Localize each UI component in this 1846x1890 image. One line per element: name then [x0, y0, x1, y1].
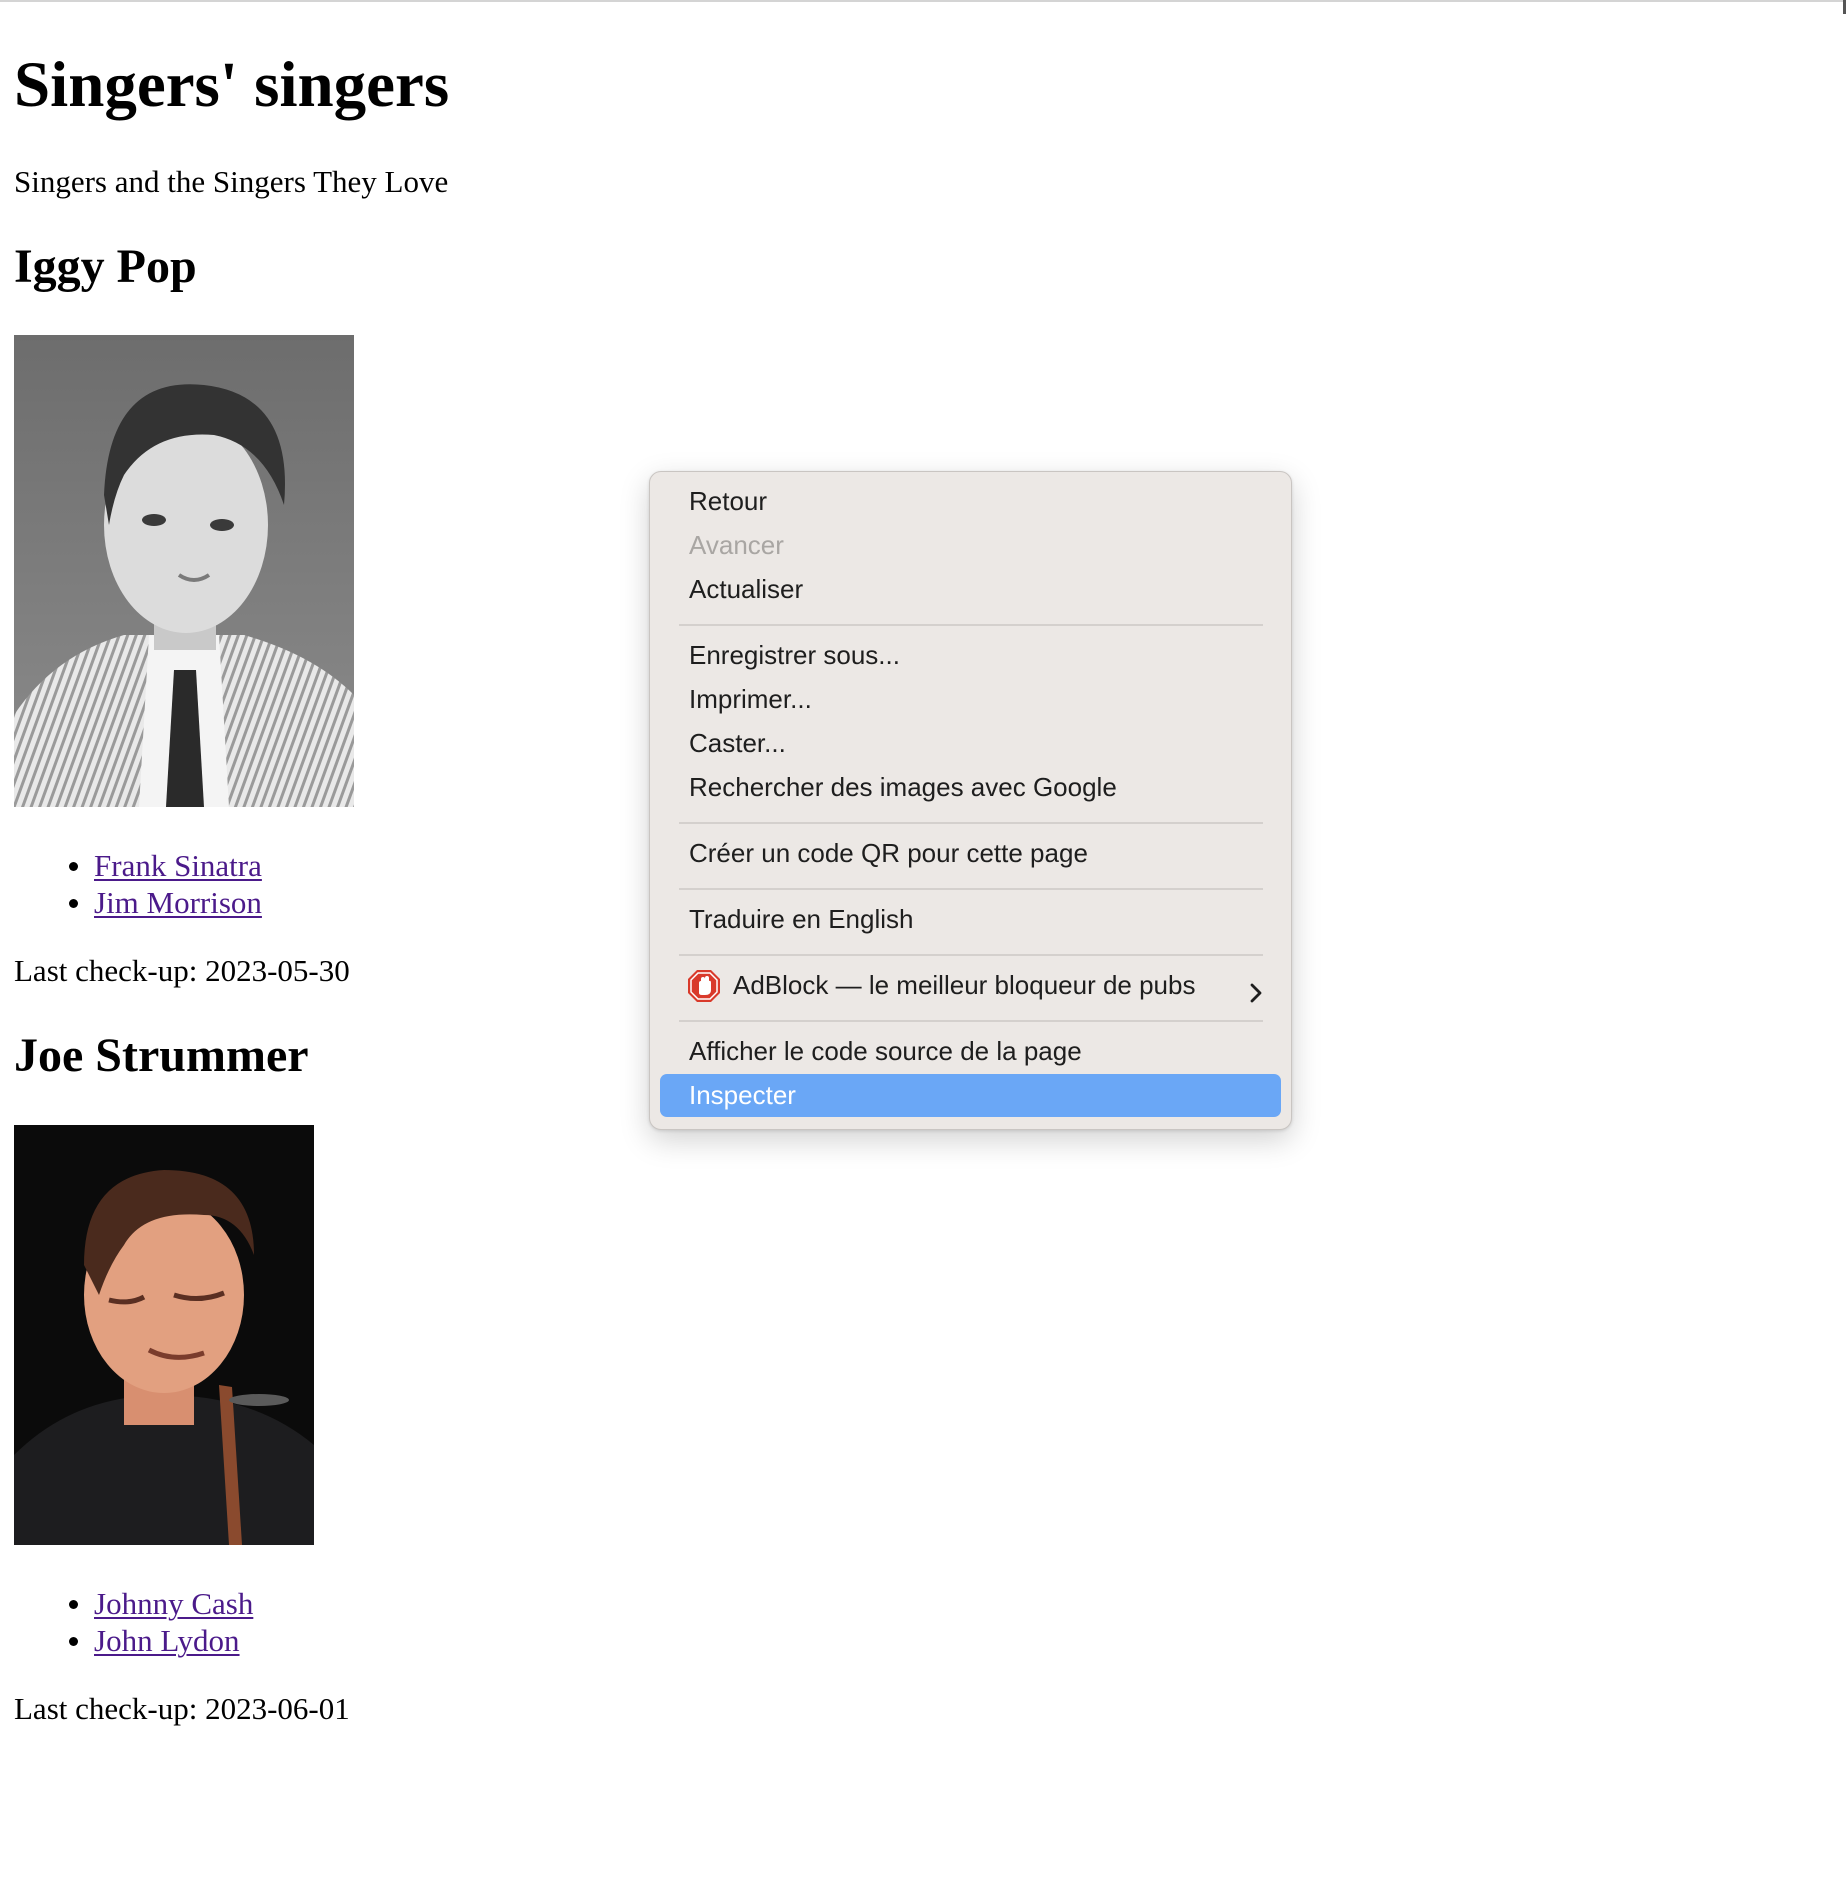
page-tagline: Singers and the Singers They Love — [14, 164, 449, 199]
joe-strummer-photo — [14, 1125, 314, 1545]
chevron-right-icon — [1245, 974, 1267, 1003]
singer-heading: Iggy Pop — [14, 240, 197, 293]
list-item: Frank Sinatra — [14, 847, 262, 884]
menu-item-back[interactable]: Retour — [660, 480, 1281, 523]
menu-separator — [679, 624, 1263, 626]
menu-item-reload[interactable]: Actualiser — [660, 568, 1281, 611]
menu-item-translate[interactable]: Traduire en English — [660, 898, 1281, 941]
list-item: John Lydon — [14, 1622, 253, 1659]
context-menu: Retour Avancer Actualiser Enregistrer so… — [649, 471, 1292, 1130]
list-item: Jim Morrison — [14, 884, 262, 921]
menu-item-save-as[interactable]: Enregistrer sous... — [660, 634, 1281, 677]
menu-separator — [679, 954, 1263, 956]
checkup-date: Last check-up: 2023-05-30 — [14, 953, 350, 988]
menu-separator — [679, 822, 1263, 824]
influence-link[interactable]: Johnny Cash — [94, 1586, 253, 1621]
browser-top-border — [0, 0, 1846, 2]
bullet — [69, 862, 78, 871]
menu-item-adblock-label: AdBlock — le meilleur bloqueur de pubs — [733, 970, 1196, 1000]
menu-separator — [679, 888, 1263, 890]
bullet — [69, 1600, 78, 1609]
influences-list: Johnny Cash John Lydon — [14, 1585, 253, 1659]
list-item: Johnny Cash — [14, 1585, 253, 1622]
menu-item-inspect[interactable]: Inspecter — [660, 1074, 1281, 1117]
page-title: Singers' singers — [14, 49, 450, 121]
influences-list: Frank Sinatra Jim Morrison — [14, 847, 262, 921]
menu-item-view-source[interactable]: Afficher le code source de la page — [660, 1030, 1281, 1073]
adblock-hand-icon — [687, 969, 721, 1003]
menu-separator — [679, 1020, 1263, 1022]
menu-item-qr-code[interactable]: Créer un code QR pour cette page — [660, 832, 1281, 875]
influence-link[interactable]: Frank Sinatra — [94, 848, 262, 883]
menu-item-search-images[interactable]: Rechercher des images avec Google — [660, 766, 1281, 809]
bullet — [69, 1637, 78, 1646]
singer-heading: Joe Strummer — [14, 1029, 309, 1082]
checkup-date: Last check-up: 2023-06-01 — [14, 1691, 350, 1726]
menu-item-forward: Avancer — [689, 530, 784, 560]
menu-item-adblock[interactable]: AdBlock — le meilleur bloqueur de pubs — [660, 964, 1281, 1007]
menu-item-print[interactable]: Imprimer... — [660, 678, 1281, 721]
influence-link[interactable]: Jim Morrison — [94, 885, 262, 920]
iggy-pop-photo — [14, 335, 354, 807]
menu-item-cast[interactable]: Caster... — [660, 722, 1281, 765]
influence-link[interactable]: John Lydon — [94, 1623, 240, 1658]
bullet — [69, 899, 78, 908]
